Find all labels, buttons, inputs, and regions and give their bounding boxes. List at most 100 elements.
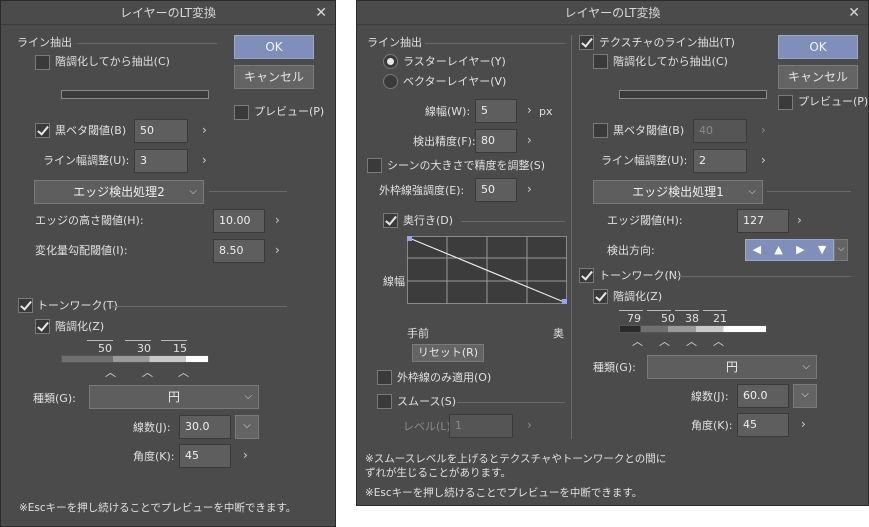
precision-input[interactable]: 80 bbox=[475, 129, 517, 153]
tone-gradient-bar[interactable] bbox=[619, 325, 767, 333]
black-threshold-checkbox[interactable] bbox=[35, 123, 50, 138]
edge-mode-value: エッジ検出処理2 bbox=[73, 185, 165, 199]
line-width-label: 線幅(W): bbox=[425, 105, 471, 118]
lines-dropdown-button[interactable]: ⌵ bbox=[793, 384, 817, 408]
kind-label: 種類(G): bbox=[593, 361, 636, 374]
right-dialog: レイヤーのLT変換 ✕ ライン抽出 ラスターレイヤー(Y) ベクターレイヤー(V)… bbox=[356, 0, 869, 506]
smooth-checkbox[interactable] bbox=[377, 394, 392, 409]
arrow-left-icon[interactable]: ◀ bbox=[753, 240, 761, 260]
ok-button[interactable]: OK bbox=[778, 35, 858, 59]
level-label: レベル(L): bbox=[403, 420, 455, 433]
angle-input[interactable]: 45 bbox=[179, 444, 231, 468]
chevron-right-icon[interactable]: › bbox=[527, 418, 532, 432]
tonework-checkbox[interactable] bbox=[18, 298, 33, 313]
gradation-label: 階調化(Z) bbox=[613, 290, 663, 303]
tonework-checkbox[interactable] bbox=[579, 268, 594, 283]
tone-level-label: 79 bbox=[627, 312, 641, 325]
tone-handle-icon[interactable]: ︿ bbox=[686, 335, 697, 349]
chevron-right-icon[interactable]: › bbox=[275, 213, 280, 227]
edge-mode-dropdown[interactable]: エッジ検出処理2 ⌵ bbox=[34, 180, 204, 204]
direction-dropdown-button[interactable]: ⌵ bbox=[834, 239, 848, 261]
angle-input[interactable]: 45 bbox=[737, 413, 789, 437]
reset-button[interactable]: リセット(R) bbox=[412, 344, 484, 362]
chevron-right-icon[interactable]: › bbox=[527, 182, 532, 196]
cancel-button[interactable]: キャンセル bbox=[778, 65, 858, 89]
depth-checkbox[interactable] bbox=[383, 213, 398, 228]
tone-bracket bbox=[619, 310, 643, 311]
divider bbox=[675, 276, 851, 277]
scale-precision-checkbox[interactable] bbox=[367, 158, 382, 173]
raster-layer-label: ラスターレイヤー(Y) bbox=[403, 55, 506, 68]
smooth-note-line2: ずれが生じることがあります。 bbox=[365, 467, 511, 479]
edge-height-input[interactable]: 10.00 bbox=[213, 209, 265, 233]
chevron-right-icon[interactable]: › bbox=[243, 448, 248, 462]
arrow-up-icon[interactable]: ▲ bbox=[774, 240, 782, 260]
tone-handle-icon[interactable]: ︿ bbox=[632, 335, 643, 349]
chevron-right-icon[interactable]: › bbox=[761, 123, 766, 137]
direction-label: 検出方向: bbox=[607, 244, 655, 257]
gradation-checkbox[interactable] bbox=[35, 319, 50, 334]
chevron-right-icon[interactable]: › bbox=[527, 133, 532, 147]
line-width-adjust-input[interactable]: 2 bbox=[693, 149, 747, 173]
line-width-adjust-input[interactable]: 3 bbox=[134, 149, 188, 173]
tone-gradient-bar[interactable] bbox=[61, 355, 209, 363]
chevron-right-icon[interactable]: › bbox=[527, 103, 532, 117]
chevron-right-icon[interactable]: › bbox=[797, 213, 802, 227]
tone-handle-icon[interactable]: ︿ bbox=[105, 366, 116, 380]
tone-handle-icon[interactable]: ︿ bbox=[142, 366, 153, 380]
line-extract-header: ライン抽出 bbox=[367, 36, 422, 49]
gradient-input[interactable]: 8.50 bbox=[213, 239, 265, 263]
chevron-right-icon[interactable]: › bbox=[202, 153, 207, 167]
edge-threshold-label: エッジ閾値(H): bbox=[607, 214, 683, 227]
gradation-checkbox[interactable] bbox=[593, 289, 608, 304]
lines-input[interactable]: 30.0 bbox=[179, 415, 231, 439]
chevron-right-icon[interactable]: › bbox=[801, 417, 806, 431]
lines-input[interactable]: 60.0 bbox=[737, 384, 789, 408]
raster-layer-radio[interactable] bbox=[383, 54, 398, 69]
tone-handle-icon[interactable]: ︿ bbox=[178, 366, 189, 380]
edge-mode-dropdown[interactable]: エッジ検出処理1 ⌵ bbox=[593, 180, 763, 204]
depth-curve-graph[interactable] bbox=[407, 236, 567, 304]
black-threshold-input[interactable]: 40 bbox=[693, 119, 747, 143]
close-icon[interactable]: ✕ bbox=[315, 1, 327, 25]
outline-input[interactable]: 50 bbox=[475, 178, 517, 202]
line-width-input[interactable]: 5 bbox=[475, 99, 517, 123]
kind-value: 円 bbox=[725, 360, 738, 374]
kind-dropdown[interactable]: 円 ⌵ bbox=[647, 355, 817, 379]
close-icon[interactable]: ✕ bbox=[848, 1, 860, 25]
gradate-then-extract-checkbox[interactable] bbox=[593, 54, 608, 69]
preview-checkbox[interactable] bbox=[234, 105, 249, 120]
gradate-then-extract-label: 階調化してから抽出(C) bbox=[55, 55, 170, 68]
progress-bar bbox=[619, 90, 767, 99]
outline-only-checkbox[interactable] bbox=[377, 370, 392, 385]
chevron-right-icon[interactable]: › bbox=[202, 123, 207, 137]
direction-buttons[interactable]: ◀ ▲ ▶ ▼ bbox=[745, 239, 834, 261]
black-threshold-checkbox[interactable] bbox=[593, 123, 608, 138]
tone-bracket bbox=[647, 310, 671, 311]
edge-threshold-input[interactable]: 127 bbox=[737, 209, 789, 233]
cancel-button[interactable]: キャンセル bbox=[234, 65, 314, 89]
tone-handle-icon[interactable]: ︿ bbox=[713, 335, 724, 349]
arrow-right-icon[interactable]: ▶ bbox=[796, 240, 804, 260]
ok-button[interactable]: OK bbox=[234, 35, 314, 59]
dialog-title: レイヤーのLT変換 bbox=[119, 6, 216, 20]
gradate-then-extract-checkbox[interactable] bbox=[35, 55, 50, 70]
lines-dropdown-button[interactable]: ⌵ bbox=[235, 415, 259, 439]
vector-layer-radio[interactable] bbox=[383, 74, 398, 89]
chevron-right-icon[interactable]: › bbox=[275, 243, 280, 257]
lines-label: 線数(J): bbox=[691, 390, 729, 403]
texture-extract-checkbox[interactable] bbox=[579, 35, 594, 50]
dialog-title: レイヤーのLT変換 bbox=[564, 6, 661, 20]
arrow-down-icon[interactable]: ▼ bbox=[818, 240, 826, 260]
divider bbox=[425, 43, 565, 44]
kind-dropdown[interactable]: 円 ⌵ bbox=[89, 385, 259, 409]
preview-checkbox[interactable] bbox=[778, 95, 793, 110]
black-threshold-input[interactable]: 50 bbox=[134, 119, 188, 143]
chevron-right-icon[interactable]: › bbox=[761, 153, 766, 167]
level-input[interactable]: 1 bbox=[449, 414, 513, 438]
edge-height-label: エッジの高さ閾値(H): bbox=[35, 214, 144, 227]
outline-only-label: 外枠線のみ適用(O) bbox=[397, 371, 492, 384]
tone-handle-icon[interactable]: ︿ bbox=[659, 335, 670, 349]
line-extract-header: ライン抽出 bbox=[17, 36, 72, 49]
depth-label: 奥行き(D) bbox=[403, 214, 454, 227]
